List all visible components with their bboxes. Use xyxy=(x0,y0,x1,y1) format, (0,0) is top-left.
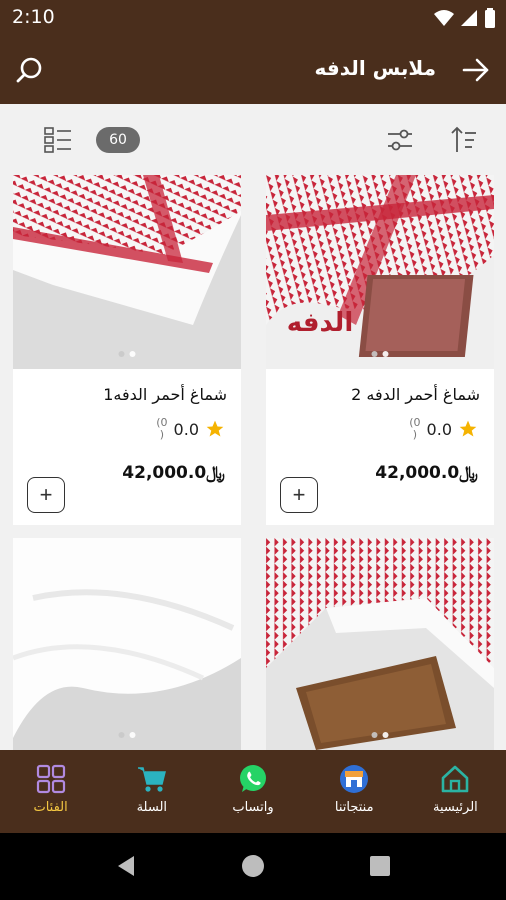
system-navigation-bar xyxy=(0,833,506,900)
nav-label: الفئات xyxy=(33,800,68,815)
add-to-cart-button[interactable]: + xyxy=(27,477,65,513)
review-count: (0 ) xyxy=(156,416,168,441)
battery-icon xyxy=(485,8,495,28)
product-name: شماغ أحمر الدفه1 xyxy=(103,385,227,404)
whatsapp-icon xyxy=(240,765,266,792)
price-value: 42,000.0 xyxy=(122,463,207,483)
filter-icon[interactable] xyxy=(384,124,416,156)
status-bar: 2:10 xyxy=(0,0,506,36)
nav-label: الرئيسية xyxy=(433,800,478,815)
star-icon xyxy=(206,420,224,437)
back-arrow-icon[interactable] xyxy=(460,54,492,86)
nav-item-whatsapp[interactable]: واتساب xyxy=(202,750,303,833)
product-price: ﷼42,000.0 xyxy=(122,463,225,483)
list-toolbar xyxy=(0,104,506,174)
page-title: ملابس الدفه xyxy=(314,56,436,80)
wifi-icon xyxy=(434,10,454,26)
nav-item-products[interactable]: منتجاتنا xyxy=(304,750,405,833)
product-image xyxy=(13,538,241,750)
star-icon xyxy=(459,420,477,437)
nav-item-categories[interactable]: الفئات xyxy=(0,750,101,833)
cart-icon xyxy=(137,767,166,792)
image-pager-dots xyxy=(371,351,389,357)
image-pager-dots xyxy=(118,351,136,357)
recents-nav-icon[interactable] xyxy=(368,854,392,878)
product-rating: (0 ) 0.0 xyxy=(409,417,478,441)
product-rating: (0 ) 0.0 xyxy=(156,417,225,441)
product-card[interactable]: الدفه شماغ أحمر الدفه 2 (0 ) 0.0 ﷼42,000… xyxy=(266,175,494,525)
nav-label: منتجاتنا xyxy=(334,800,374,815)
add-to-cart-button[interactable]: + xyxy=(280,477,318,513)
back-nav-icon[interactable] xyxy=(114,853,140,879)
rating-value: 0.0 xyxy=(173,419,199,439)
list-view-icon[interactable] xyxy=(42,124,74,156)
currency-symbol: ﷼ xyxy=(459,463,478,483)
nav-item-home[interactable]: الرئيسية xyxy=(405,750,506,833)
product-image: الدفه xyxy=(266,175,494,369)
nav-label: السلة xyxy=(136,800,168,815)
home-nav-icon[interactable] xyxy=(240,853,266,879)
review-count: (0 ) xyxy=(409,416,421,441)
home-icon xyxy=(442,765,469,793)
signal-icon xyxy=(461,10,477,26)
product-name: شماغ أحمر الدفه 2 xyxy=(351,385,480,404)
product-image xyxy=(266,538,494,750)
brand-logo-text: الدفه xyxy=(287,308,354,338)
product-card[interactable]: شماغ أحمر الدفه1 (0 ) 0.0 ﷼42,000.0 + xyxy=(13,175,241,525)
bottom-navigation: الفئات السلة واتساب منتجاتنا الرئيسية xyxy=(0,750,506,833)
price-value: 42,000.0 xyxy=(375,463,460,483)
product-count-badge: 60 xyxy=(96,127,140,153)
image-pager-dots xyxy=(118,732,136,738)
image-pager-dots xyxy=(371,732,389,738)
nav-item-cart[interactable]: السلة xyxy=(101,750,202,833)
status-time: 2:10 xyxy=(12,6,55,28)
currency-symbol: ﷼ xyxy=(206,463,225,483)
product-card[interactable] xyxy=(266,538,494,750)
shop-icon xyxy=(340,765,369,793)
rating-value: 0.0 xyxy=(426,419,452,439)
search-icon[interactable] xyxy=(14,54,46,86)
product-card[interactable] xyxy=(13,538,241,750)
app-bar: ملابس الدفه xyxy=(0,36,506,104)
system-icons xyxy=(434,8,496,28)
nav-label: واتساب xyxy=(232,800,274,815)
product-price: ﷼42,000.0 xyxy=(375,463,478,483)
categories-icon xyxy=(36,764,65,794)
product-image xyxy=(13,175,241,369)
sort-icon[interactable] xyxy=(448,124,480,156)
